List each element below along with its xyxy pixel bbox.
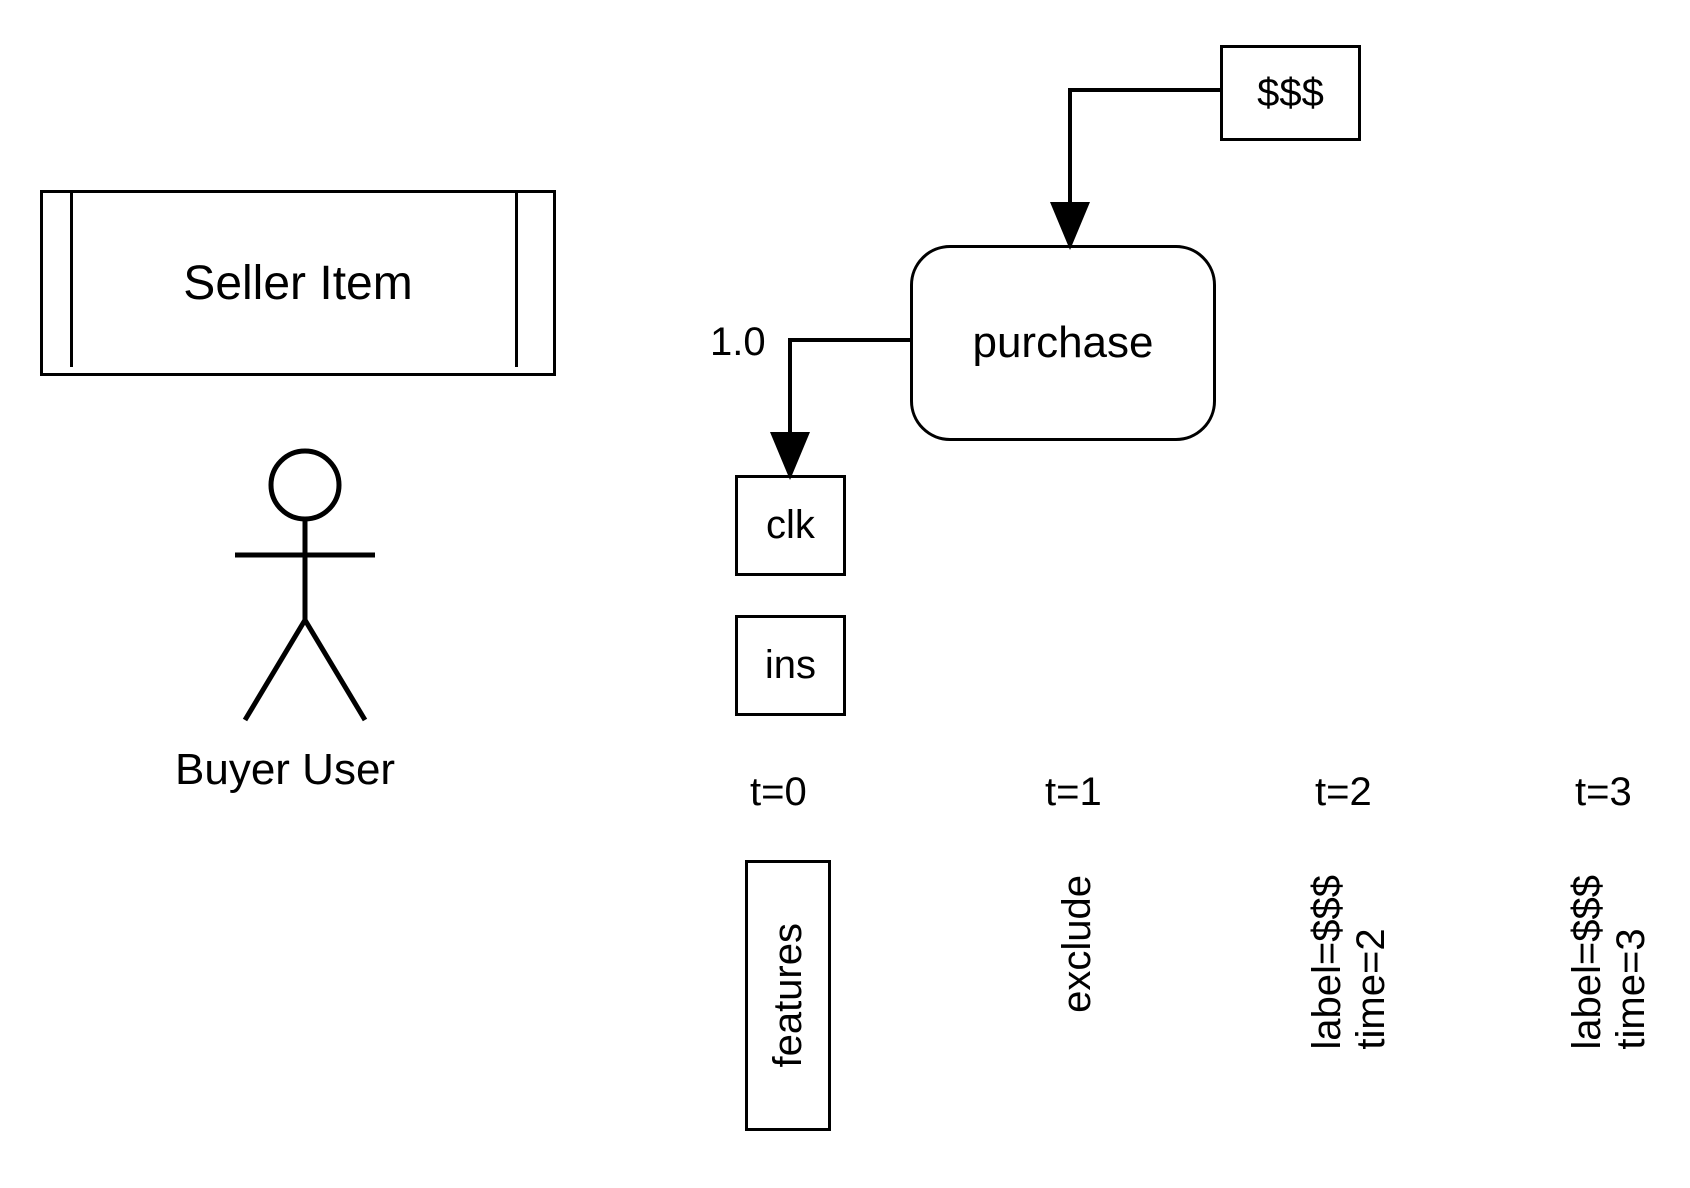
t3-label: t=3	[1575, 770, 1632, 815]
t0-label: t=0	[750, 770, 807, 815]
t3-col-line2: time=3	[1609, 875, 1653, 1050]
features-box: features	[745, 860, 831, 1131]
t3-col-label: label=$$$ time=3	[1565, 875, 1653, 1050]
t2-col-label: label=$$$ time=2	[1305, 875, 1393, 1050]
arrows-layer	[0, 0, 1690, 1188]
edge-weight-label: 1.0	[710, 320, 766, 365]
t2-col-line2: time=2	[1349, 875, 1393, 1050]
t2-col-line1: label=$$$	[1305, 875, 1349, 1050]
t2-label: t=2	[1315, 770, 1372, 815]
features-box-label: features	[766, 923, 810, 1068]
t1-label: t=1	[1045, 770, 1102, 815]
t3-col-line1: label=$$$	[1565, 875, 1609, 1050]
t1-col-text: exclude	[1055, 875, 1099, 1013]
t1-col-label: exclude	[1055, 875, 1099, 1018]
diagram-canvas: Seller Item Buyer User $$$ purchase clk …	[0, 0, 1690, 1188]
